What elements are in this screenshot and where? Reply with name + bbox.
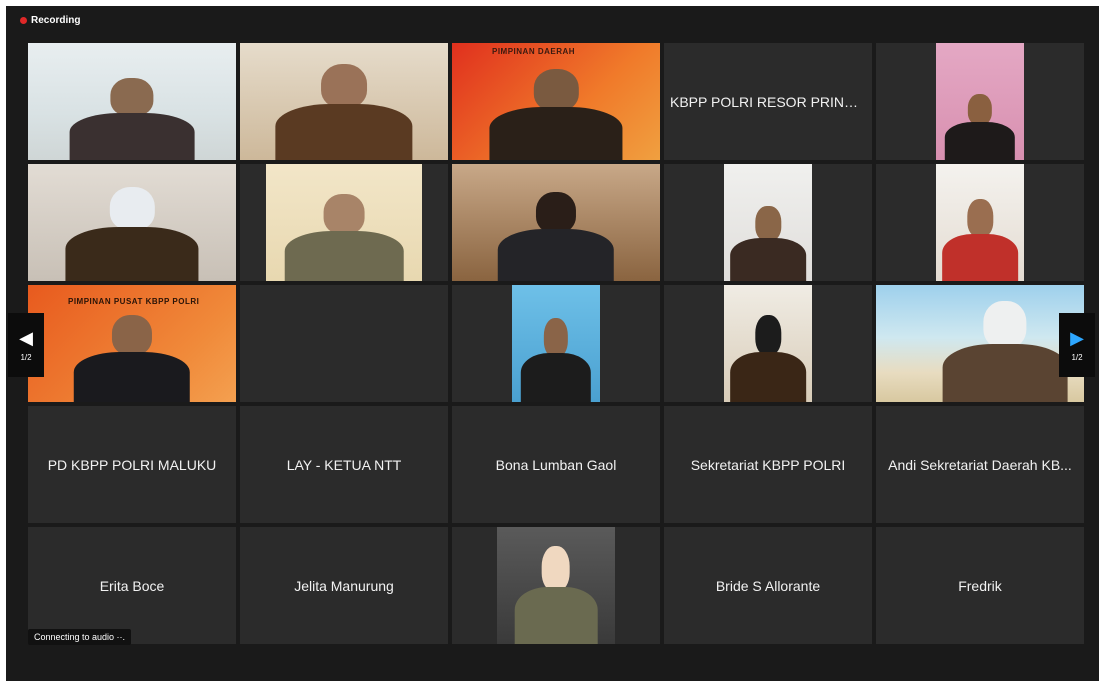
participant-name: Andi Sekretariat Daerah KB... xyxy=(888,456,1072,473)
next-page-button[interactable]: ▶ 1/2 xyxy=(1059,313,1095,377)
participant-tile[interactable]: PD KBPP POLRI MALUKU xyxy=(28,406,236,523)
participant-video xyxy=(266,164,422,281)
participant-video xyxy=(876,285,1084,402)
participant-grid: PIMPINAN DAERAH KBPP POLRI RESOR PRING..… xyxy=(28,43,1084,644)
participant-tile[interactable] xyxy=(28,164,236,281)
participant-tile[interactable] xyxy=(452,527,660,644)
participant-tile[interactable] xyxy=(664,285,872,402)
participant-tile[interactable] xyxy=(240,285,448,402)
participant-video xyxy=(512,285,600,402)
participant-name: KBPP POLRI RESOR PRING... xyxy=(670,93,867,110)
participant-name: Bona Lumban Gaol xyxy=(495,456,617,473)
banner-text: PIMPINAN PUSAT KBPP POLRI xyxy=(68,297,200,306)
page-indicator: 1/2 xyxy=(1071,352,1083,362)
participant-tile[interactable] xyxy=(240,164,448,281)
recording-label: Recording xyxy=(31,15,81,26)
participant-video xyxy=(28,43,236,160)
participant-tile[interactable]: LAY - KETUA NTT xyxy=(240,406,448,523)
participant-name: PD KBPP POLRI MALUKU xyxy=(47,456,217,473)
participant-video xyxy=(497,527,615,644)
participant-name: LAY - KETUA NTT xyxy=(286,456,402,473)
participant-name: Erita Boce xyxy=(99,577,165,594)
record-dot-icon xyxy=(20,17,27,24)
chevron-left-icon: ◀ xyxy=(19,327,33,348)
participant-tile[interactable] xyxy=(28,43,236,160)
participant-name: Bride S Allorante xyxy=(715,577,821,594)
participant-tile[interactable] xyxy=(876,43,1084,160)
participant-tile[interactable]: Erita Boce xyxy=(28,527,236,644)
participant-tile[interactable]: PIMPINAN PUSAT KBPP POLRI xyxy=(28,285,236,402)
participant-video xyxy=(936,164,1024,281)
recording-indicator: Recording xyxy=(20,15,80,26)
participant-name: Jelita Manurung xyxy=(294,577,394,594)
audio-status-toast: Connecting to audio ··. xyxy=(28,629,132,645)
participant-tile[interactable]: PIMPINAN DAERAH xyxy=(452,43,660,160)
participant-tile[interactable] xyxy=(876,285,1084,402)
participant-tile[interactable]: Sekretariat KBPP POLRI xyxy=(664,406,872,523)
participant-video xyxy=(724,285,812,402)
participant-tile[interactable]: Jelita Manurung xyxy=(240,527,448,644)
participant-tile[interactable] xyxy=(876,164,1084,281)
participant-tile[interactable] xyxy=(240,43,448,160)
participant-tile[interactable] xyxy=(664,164,872,281)
participant-tile[interactable]: Fredrik xyxy=(876,527,1084,644)
participant-tile[interactable]: KBPP POLRI RESOR PRING... xyxy=(664,43,872,160)
participant-tile[interactable] xyxy=(452,285,660,402)
participant-tile[interactable]: Bride S Allorante xyxy=(664,527,872,644)
participant-video: PIMPINAN PUSAT KBPP POLRI xyxy=(28,285,236,402)
participant-video xyxy=(240,43,448,160)
prev-page-button[interactable]: ◀ 1/2 xyxy=(8,313,44,377)
chevron-right-icon: ▶ xyxy=(1070,327,1084,348)
participant-tile[interactable]: Bona Lumban Gaol xyxy=(452,406,660,523)
participant-name: Sekretariat KBPP POLRI xyxy=(690,456,846,473)
participant-video xyxy=(936,43,1024,160)
banner-text: PIMPINAN DAERAH xyxy=(492,47,576,56)
participant-tile[interactable] xyxy=(452,164,660,281)
participant-tile[interactable]: Andi Sekretariat Daerah KB... xyxy=(876,406,1084,523)
participant-video: PIMPINAN DAERAH xyxy=(452,43,660,160)
participant-video xyxy=(724,164,812,281)
participant-video xyxy=(452,164,660,281)
participant-name: Fredrik xyxy=(958,577,1002,594)
page-indicator: 1/2 xyxy=(20,352,32,362)
participant-video xyxy=(28,164,236,281)
